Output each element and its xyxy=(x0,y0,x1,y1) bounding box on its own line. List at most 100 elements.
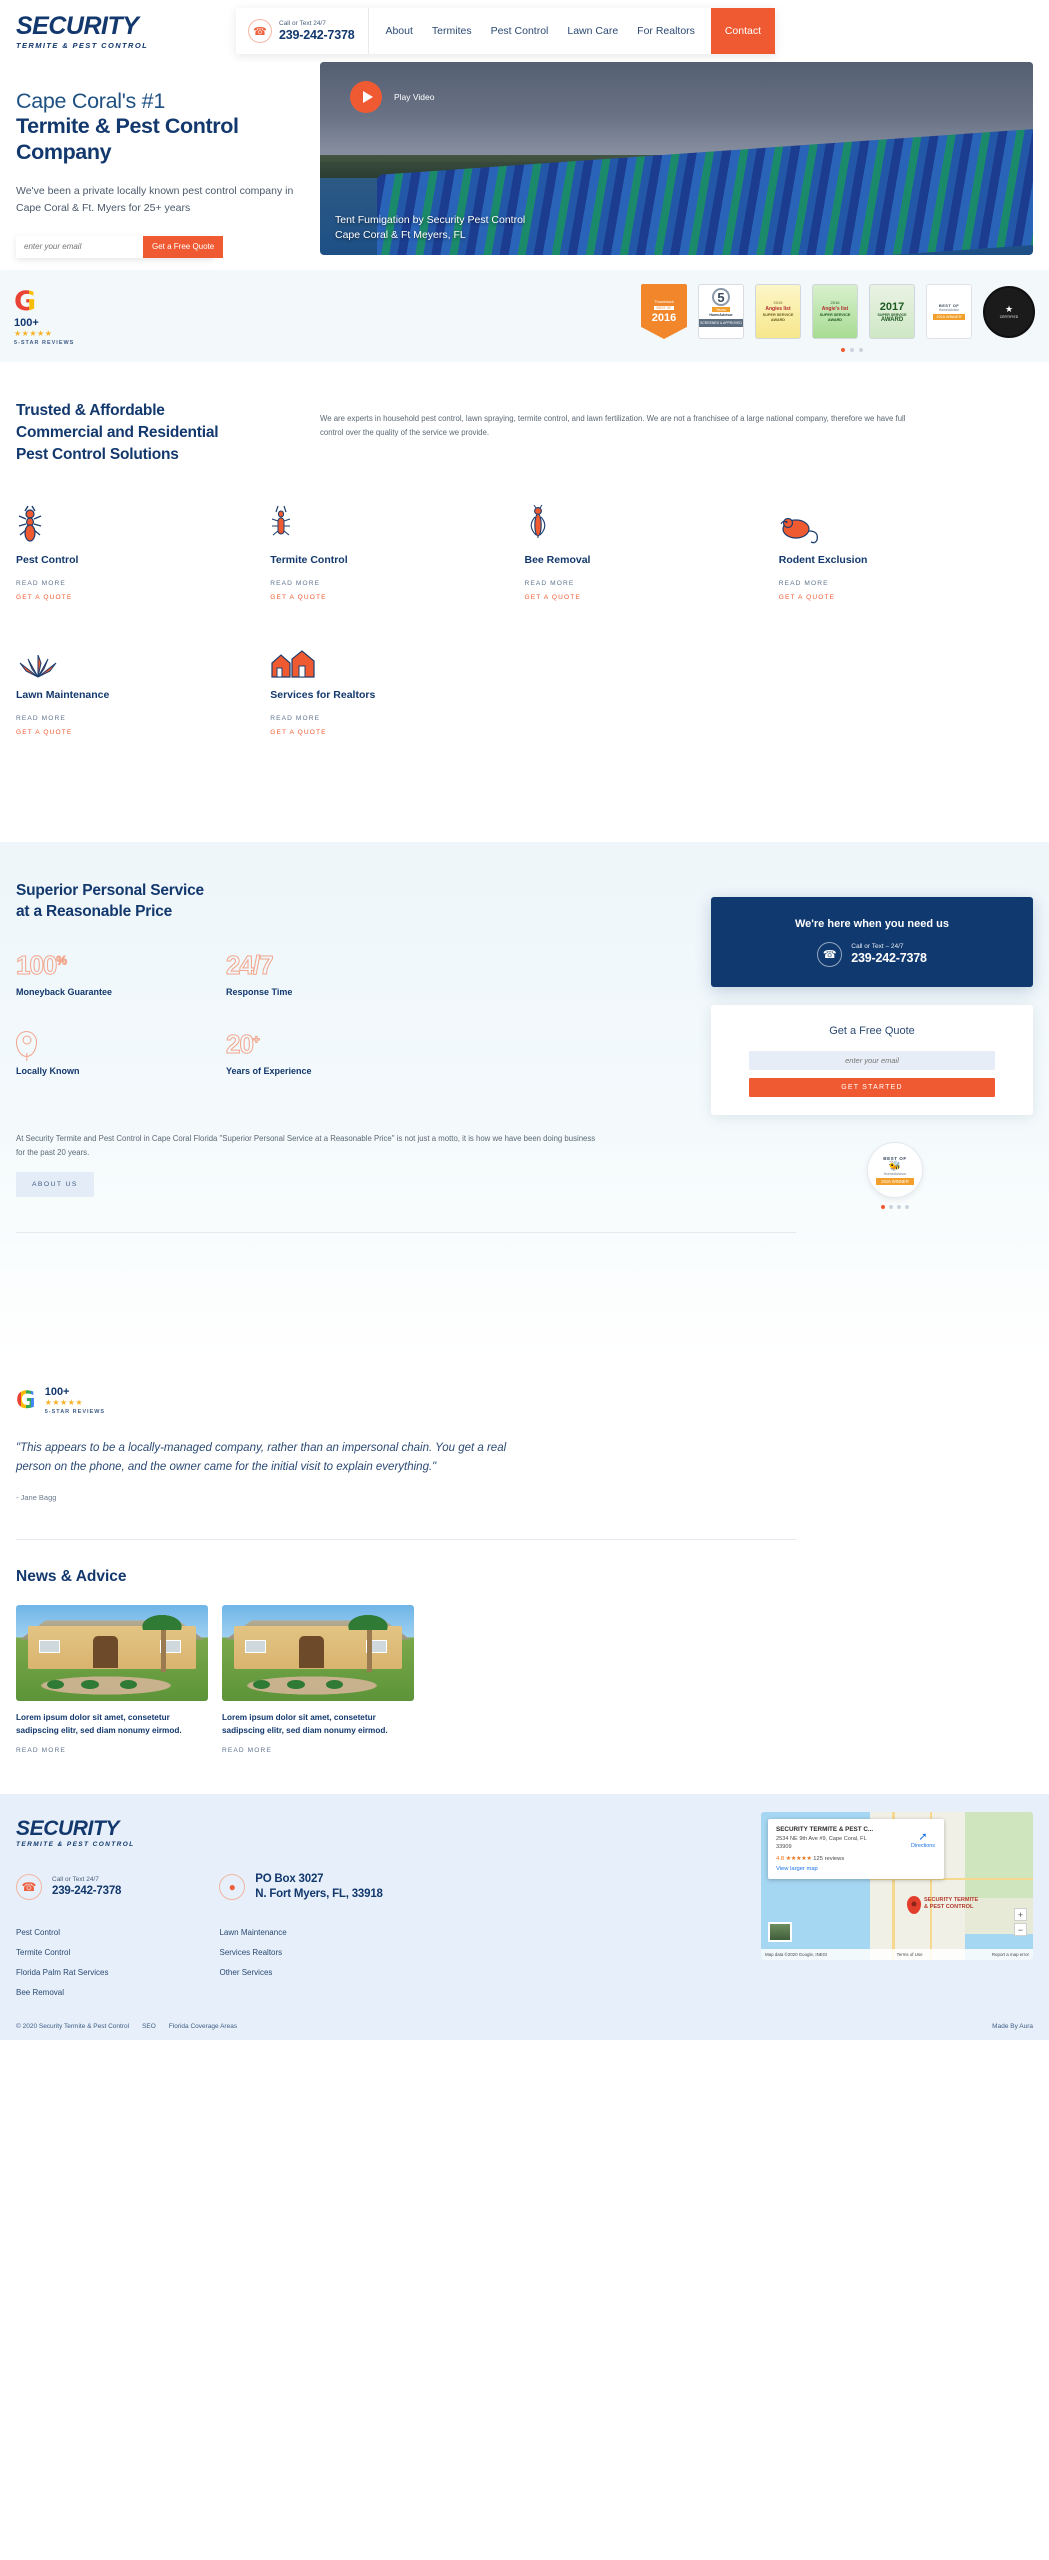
service-read-more[interactable]: READ MORE xyxy=(270,580,524,587)
footer-link-coverage-areas[interactable]: Florida Coverage Areas xyxy=(169,2023,237,2030)
nav-item-pest-control[interactable]: Pest Control xyxy=(491,25,549,37)
service-get-quote[interactable]: GET A QUOTE xyxy=(16,729,270,736)
map-zoom-out-button[interactable]: − xyxy=(1014,1923,1027,1937)
news-card[interactable]: Lorem ipsum dolor sit amet, consetetur s… xyxy=(16,1605,208,1754)
service-read-more[interactable]: READ MORE xyxy=(16,715,270,722)
seal-emblem-icon: ★ xyxy=(1004,304,1014,314)
service-card-rodent-exclusion[interactable]: Rodent Exclusion READ MORE GET A QUOTE xyxy=(779,502,1033,601)
footer-link-bee-removal[interactable]: Bee Removal xyxy=(16,1988,108,1997)
made-by-credit[interactable]: Made By Aura xyxy=(992,2023,1033,2030)
carousel-dot-3[interactable] xyxy=(859,348,863,352)
footer-link-other-services[interactable]: Other Services xyxy=(219,1968,286,1977)
footer-link-pest-control[interactable]: Pest Control xyxy=(16,1928,108,1937)
map-view-larger-link[interactable]: View larger map xyxy=(776,1866,936,1872)
service-read-more[interactable]: READ MORE xyxy=(16,580,270,587)
map-directions-button[interactable]: ➚ Directions xyxy=(911,1830,935,1849)
footer-link-termite-control[interactable]: Termite Control xyxy=(16,1948,108,1957)
service-card-bee-removal[interactable]: Bee Removal READ MORE GET A QUOTE xyxy=(525,502,779,601)
service-get-quote[interactable]: GET A QUOTE xyxy=(16,594,270,601)
news-read-more[interactable]: READ MORE xyxy=(222,1747,414,1754)
rat-icon xyxy=(779,502,1033,544)
service-get-quote[interactable]: GET A QUOTE xyxy=(270,729,524,736)
news-title: Lorem ipsum dolor sit amet, consetetur s… xyxy=(16,1713,182,1735)
stat-years-experience: 20+ Years of Experience xyxy=(226,1031,436,1077)
footer-link-services-realtors[interactable]: Services Realtors xyxy=(219,1948,286,1957)
footer-link-seo[interactable]: SEO xyxy=(142,2023,156,2030)
map-business-address: 2534 NE 9th Ave #9, Cape Coral, FL 33909 xyxy=(776,1836,867,1850)
angies-year-2017: 2017 xyxy=(879,300,905,313)
service-card-services-for-realtors[interactable]: Services for Realtors READ MORE GET A QU… xyxy=(270,637,524,736)
stat-locally-known: Locally Known xyxy=(16,1031,226,1076)
service-card-lawn-maintenance[interactable]: Lawn Maintenance READ MORE GET A QUOTE xyxy=(16,637,270,736)
google-g-icon: G xyxy=(16,1385,36,1414)
best-of-year: 2016 WINNER xyxy=(932,314,966,320)
header-phone[interactable]: ☎ Call or Text 24/7 239-242-7378 xyxy=(236,8,370,54)
bee-icon xyxy=(525,502,779,544)
best-of-brand: HomeAdvisor xyxy=(938,308,960,312)
cta-title: We're here when you need us xyxy=(794,917,949,930)
play-video-control[interactable]: Play Video xyxy=(350,81,434,113)
angies-award-2015: SUPER SERVICE AWARD xyxy=(762,313,794,322)
award-dot-3[interactable] xyxy=(897,1205,901,1209)
service-read-more[interactable]: READ MORE xyxy=(525,580,779,587)
phone-icon: ☎ xyxy=(248,19,272,43)
award-dot-4[interactable] xyxy=(905,1205,909,1209)
map-terms-link[interactable]: Terms of Use xyxy=(897,1952,923,1957)
play-icon[interactable] xyxy=(350,81,382,113)
service-get-quote[interactable]: GET A QUOTE xyxy=(525,594,779,601)
nav-item-for-realtors[interactable]: For Realtors xyxy=(637,25,695,37)
hero-email-input[interactable] xyxy=(16,235,143,258)
site-header: SECURITY TERMITE & PEST CONTROL ☎ Call o… xyxy=(0,0,1049,62)
stat-label: Moneyback Guarantee xyxy=(16,987,113,997)
map-zoom-in-button[interactable]: + xyxy=(1014,1908,1027,1922)
carousel-dot-1[interactable] xyxy=(841,348,845,352)
map-streetview-thumbnail[interactable] xyxy=(768,1922,792,1943)
footer-address[interactable]: ● PO Box 3027 N. Fort Myers, FL, 33918 xyxy=(219,1872,383,1902)
nav-item-termites[interactable]: Termites xyxy=(432,25,472,37)
nav-item-about[interactable]: About xyxy=(385,25,412,37)
service-card-termite-control[interactable]: Termite Control READ MORE GET A QUOTE xyxy=(270,502,524,601)
map-report-link[interactable]: Report a map error xyxy=(992,1952,1029,1957)
angies-brand-2016: Angie's list xyxy=(821,306,849,313)
footer-links-col-2: Lawn Maintenance Services Realtors Other… xyxy=(219,1928,286,1997)
nav-item-lawn-care[interactable]: Lawn Care xyxy=(567,25,618,37)
news-card[interactable]: Lorem ipsum dolor sit amet, consetetur s… xyxy=(222,1605,414,1754)
news-read-more[interactable]: READ MORE xyxy=(16,1747,208,1754)
award-year: 2016 WINNER xyxy=(876,1177,914,1185)
directions-arrow-icon: ➚ xyxy=(918,1831,928,1844)
service-card-pest-control[interactable]: Pest Control READ MORE GET A QUOTE xyxy=(16,502,270,601)
map-rating: 4.8 ★★★★★ 125 reviews xyxy=(776,1856,936,1862)
angies-year-2016: 2016 xyxy=(830,300,840,306)
cta-phone[interactable]: ☎ Call or Text – 24/7 239-242-7378 xyxy=(817,941,927,967)
hero-quote-button[interactable]: Get a Free Quote xyxy=(143,235,224,258)
about-us-button[interactable]: ABOUT US xyxy=(16,1172,94,1197)
service-get-quote[interactable]: GET A QUOTE xyxy=(779,594,1033,601)
page-root: SECURITY TERMITE & PEST CONTROL ☎ Call o… xyxy=(0,0,1049,2041)
google-map[interactable]: SECURITY TERMITE & PEST C... 2534 NE 9th… xyxy=(761,1812,1033,1961)
news-thumbnail[interactable] xyxy=(222,1605,414,1701)
get-started-button[interactable]: GET STARTED xyxy=(749,1078,995,1097)
badges-carousel-dots[interactable] xyxy=(841,348,863,352)
carousel-dot-2[interactable] xyxy=(850,348,854,352)
service-read-more[interactable]: READ MORE xyxy=(779,580,1033,587)
footer-phone[interactable]: ☎ Call or Text 24/7 239-242-7378 xyxy=(16,1872,121,1902)
nav-links: About Termites Pest Control Lawn Care Fo… xyxy=(369,8,710,54)
section-divider xyxy=(16,1232,796,1233)
reviews-badges-bar: G 100+ ★★★★★ 5-STAR REVIEWS Thumbtack BE… xyxy=(0,270,1049,362)
hero-video[interactable]: Play Video Tent Fumigation by Security P… xyxy=(320,62,1033,255)
service-get-quote[interactable]: GET A QUOTE xyxy=(270,594,524,601)
testimonial-quote: "This appears to be a locally-managed co… xyxy=(16,1442,507,1473)
contact-button[interactable]: Contact xyxy=(710,8,775,54)
call-cta-card[interactable]: We're here when you need us ☎ Call or Te… xyxy=(711,897,1033,987)
news-thumbnail[interactable] xyxy=(16,1605,208,1701)
quote-email-input[interactable] xyxy=(749,1051,995,1070)
award-dot-1[interactable] xyxy=(881,1205,885,1209)
award-carousel-dots[interactable] xyxy=(867,1205,923,1209)
site-logo[interactable]: SECURITY TERMITE & PEST CONTROL xyxy=(16,14,148,51)
service-title: Termite Control xyxy=(270,554,348,566)
award-dot-2[interactable] xyxy=(889,1205,893,1209)
house-icon xyxy=(270,637,524,679)
footer-link-palm-rat[interactable]: Florida Palm Rat Services xyxy=(16,1968,108,1977)
service-read-more[interactable]: READ MORE xyxy=(270,715,524,722)
footer-link-lawn-maintenance[interactable]: Lawn Maintenance xyxy=(219,1928,286,1937)
